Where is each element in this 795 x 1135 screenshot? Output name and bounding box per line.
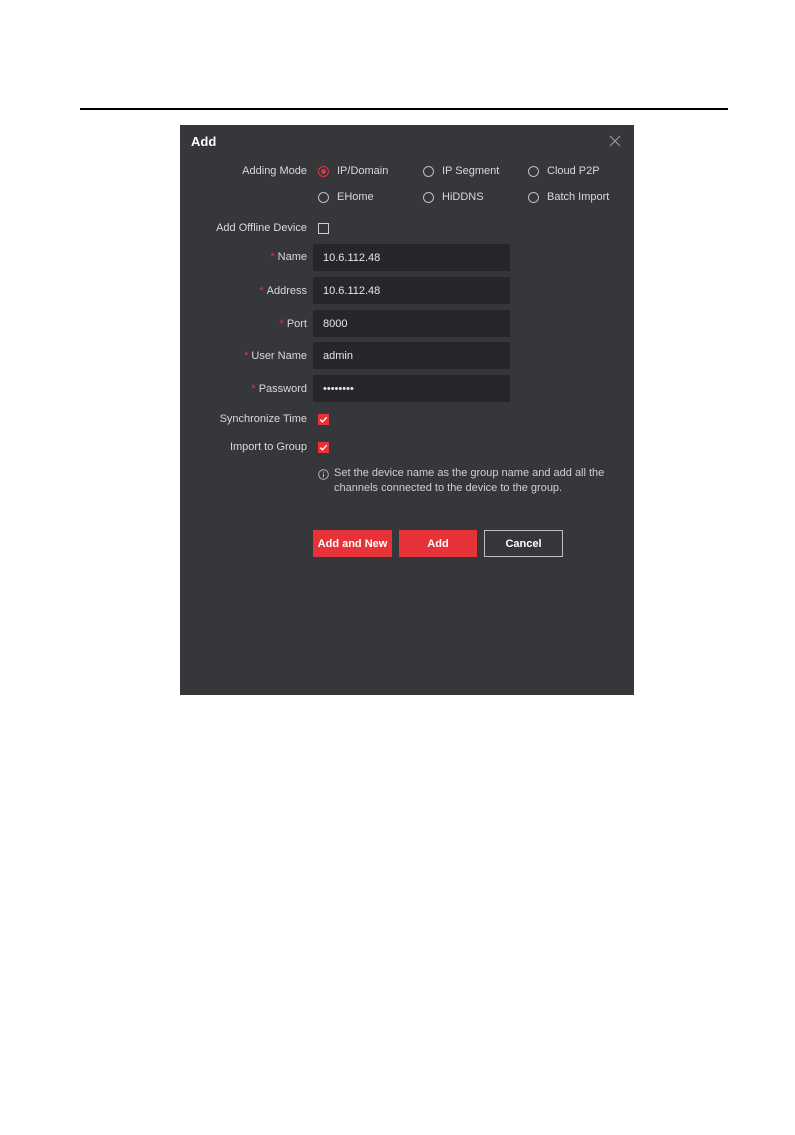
add-offline-device-checkbox[interactable] [318, 223, 329, 234]
port-label-text: Port [286, 318, 307, 330]
required-marker: * [244, 350, 249, 362]
password-input[interactable] [313, 375, 510, 402]
required-marker: * [270, 251, 275, 263]
radio-batch-import[interactable]: Batch Import [528, 191, 609, 203]
dialog-title: Add [191, 134, 217, 149]
checkmark-icon [319, 416, 328, 423]
add-button[interactable]: Add [399, 530, 477, 557]
radio-selected-icon [318, 165, 329, 177]
user-name-label: * User Name [244, 350, 307, 362]
import-to-group-label: Import to Group [229, 441, 307, 453]
address-label: * Address [259, 285, 307, 297]
group-hint-text: Set the device name as the group name an… [334, 467, 605, 494]
user-name-label-text: User Name [251, 350, 307, 362]
name-label: * Name [270, 251, 307, 263]
radio-hiddns[interactable]: HiDDNS [423, 191, 484, 203]
name-label-text: Name [277, 251, 307, 263]
cancel-button[interactable]: Cancel [484, 530, 563, 557]
port-input[interactable] [313, 310, 510, 337]
radio-icon [423, 165, 434, 177]
radio-ip-segment[interactable]: IP Segment [423, 165, 499, 177]
page-header-rule [80, 108, 728, 110]
add-and-new-button[interactable]: Add and New [313, 530, 392, 557]
radio-ehome[interactable]: EHome [318, 191, 374, 203]
radio-label: IP Segment [442, 165, 500, 177]
name-input[interactable] [313, 244, 510, 271]
group-hint: Set the device name as the group name an… [318, 466, 624, 496]
required-marker: * [279, 318, 284, 330]
port-label: * Port [280, 318, 307, 330]
password-label: * Password [251, 383, 307, 395]
radio-icon [423, 191, 434, 203]
radio-cloud-p2p[interactable]: Cloud P2P [528, 165, 600, 177]
synchronize-time-label: Synchronize Time [219, 413, 307, 425]
radio-icon [318, 191, 329, 203]
radio-label: IP/Domain [337, 165, 389, 177]
add-device-dialog: Add Adding Mode IP/Domain IP Segment Clo… [180, 125, 634, 695]
address-label-text: Address [266, 285, 307, 297]
import-to-group-checkbox[interactable] [318, 442, 329, 453]
radio-label: Cloud P2P [547, 165, 600, 177]
adding-mode-label: Adding Mode [242, 165, 307, 177]
radio-icon [528, 165, 539, 177]
user-name-input[interactable] [313, 342, 510, 369]
checkmark-icon [319, 444, 328, 451]
info-icon [318, 469, 329, 480]
radio-icon [528, 191, 539, 203]
close-icon[interactable] [607, 133, 623, 149]
required-marker: * [259, 285, 264, 297]
radio-label: Batch Import [547, 191, 610, 203]
radio-label: EHome [337, 191, 374, 203]
address-input[interactable] [313, 277, 510, 304]
add-offline-device-label: Add Offline Device [216, 222, 307, 234]
password-label-text: Password [258, 383, 307, 395]
synchronize-time-checkbox[interactable] [318, 414, 329, 425]
required-marker: * [251, 383, 256, 395]
radio-ip-domain[interactable]: IP/Domain [318, 165, 388, 177]
radio-label: HiDDNS [442, 191, 484, 203]
